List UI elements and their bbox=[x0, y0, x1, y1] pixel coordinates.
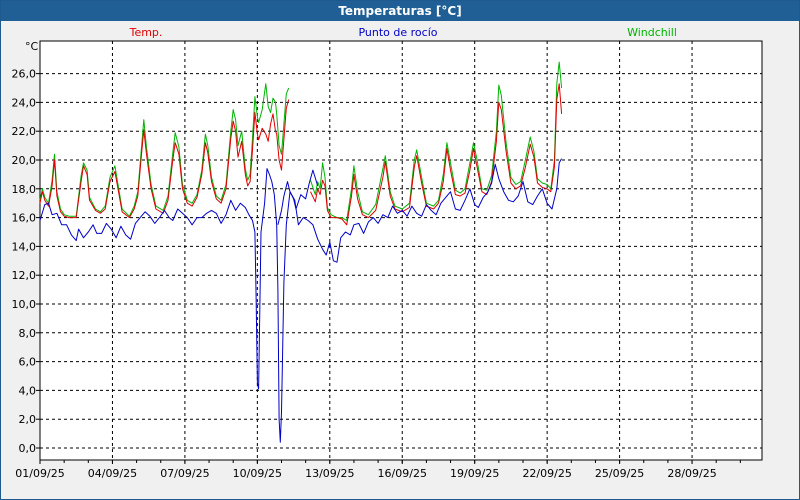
x-tick-label: 28/09/25 bbox=[667, 467, 716, 480]
y-tick-label: 4,0 bbox=[19, 384, 37, 397]
x-tick-label: 10/09/25 bbox=[233, 467, 282, 480]
y-tick-label: 12,0 bbox=[12, 269, 37, 282]
legend-entry: Windchill bbox=[627, 26, 677, 39]
plot-area bbox=[39, 40, 763, 461]
x-tick-label: 16/09/25 bbox=[378, 467, 427, 480]
y-tick-label: 24,0 bbox=[12, 96, 37, 109]
y-tick-label: 6,0 bbox=[19, 356, 37, 369]
legend: Temp. Punto de rocío Windchill bbox=[129, 26, 677, 39]
y-tick-label: 16,0 bbox=[12, 212, 37, 225]
x-tick-label: 19/09/25 bbox=[450, 467, 499, 480]
y-tick-label: 20,0 bbox=[12, 154, 37, 167]
x-axis: 01/09/25 04/09/25 07/09/25 10/09/25 13/09/25… bbox=[15, 460, 741, 480]
y-tick-label: 26,0 bbox=[12, 68, 37, 81]
x-tick-label: 01/09/25 bbox=[15, 467, 64, 480]
y-tick-label: 14,0 bbox=[12, 240, 37, 253]
y-tick-label: 10,0 bbox=[12, 298, 37, 311]
x-tick-label: 13/09/25 bbox=[305, 467, 354, 480]
x-tick-label: 25/09/25 bbox=[595, 467, 644, 480]
y-tick-label: 18,0 bbox=[12, 183, 37, 196]
legend-entry: Temp. bbox=[129, 26, 163, 39]
y-axis-unit: °C bbox=[25, 40, 39, 53]
x-tick-label: 07/09/25 bbox=[160, 467, 209, 480]
legend-entry: Punto de rocío bbox=[358, 26, 437, 39]
y-tick-label: 0,0 bbox=[19, 442, 37, 455]
x-tick-label: 04/09/25 bbox=[88, 467, 137, 480]
temperature-chart: 0,0 2,0 4,0 6,0 8,0 10,0 12,0 14,0 16,0 18,0 20,0 2… bbox=[12, 26, 763, 480]
x-tick-label: 22/09/25 bbox=[522, 467, 571, 480]
y-tick-label: 22,0 bbox=[12, 125, 37, 138]
y-axis: 0,0 2,0 4,0 6,0 8,0 10,0 12,0 14,0 16,0 18,0 20,0 2… bbox=[12, 68, 40, 455]
y-tick-label: 8,0 bbox=[19, 327, 37, 340]
y-tick-label: 2,0 bbox=[19, 413, 37, 426]
